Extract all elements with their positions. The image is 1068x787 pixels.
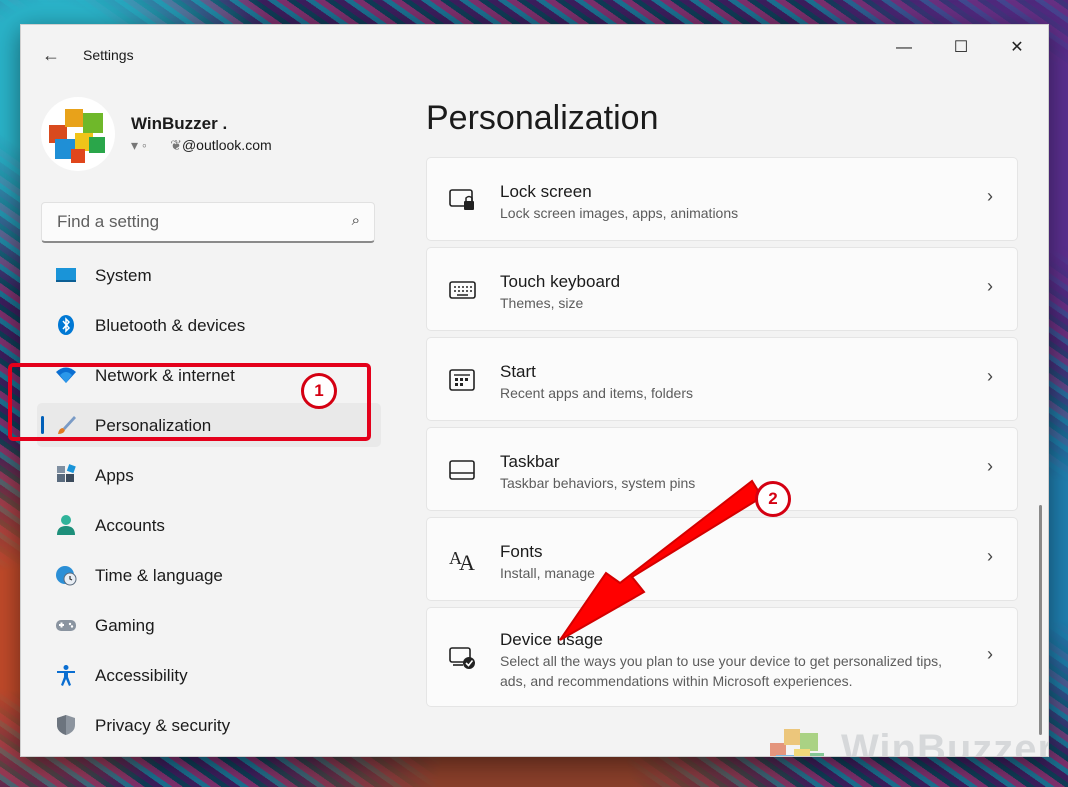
step-badge-2: 2 (755, 481, 791, 517)
annotation-arrow (559, 479, 764, 641)
red-arrow-icon (559, 479, 764, 641)
